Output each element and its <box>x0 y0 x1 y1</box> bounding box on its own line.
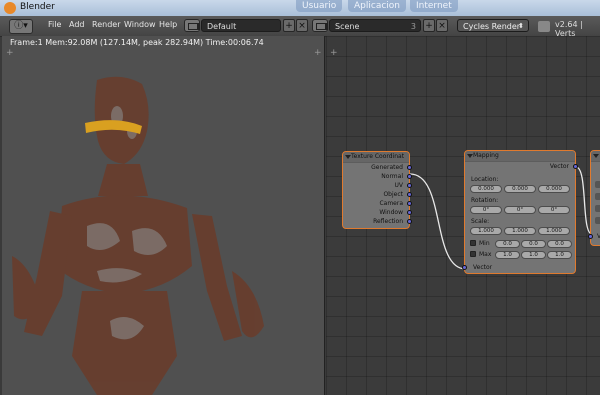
scale-z-field[interactable]: 1.000 <box>538 227 570 235</box>
socket-reflection[interactable] <box>407 219 412 224</box>
info-header: ⓘ▾ File Add Render Window Help Default +… <box>0 16 600 38</box>
location-z-field[interactable]: 0.000 <box>538 185 570 193</box>
menu-render[interactable]: Render <box>92 20 120 29</box>
output-reflection: Reflection <box>373 218 403 225</box>
node-button[interactable] <box>595 193 600 200</box>
scale-label: Scale: <box>471 218 490 225</box>
rotation-y-field[interactable]: 0° <box>504 206 536 214</box>
node-header[interactable]: Texture Coordinat <box>343 152 409 163</box>
screen-layout-icon[interactable] <box>184 19 200 32</box>
add-screen-button[interactable]: + <box>283 19 295 32</box>
mapping-node[interactable]: Mapping Vector Location: 0.000 0.000 0.0… <box>462 150 578 274</box>
node-button[interactable] <box>595 205 600 212</box>
location-label: Location: <box>471 176 499 183</box>
render-engine-dropdown[interactable]: Cycles Render ⬍ <box>457 19 529 32</box>
texture-coordinate-node[interactable]: Texture Coordinat Generated Normal UV Ob… <box>342 151 412 229</box>
menu-add[interactable]: Add <box>69 20 85 29</box>
max-x-field[interactable]: 1.0 <box>495 251 520 259</box>
location-y-field[interactable]: 0.000 <box>504 185 536 193</box>
rendered-figure-image <box>12 76 264 395</box>
chevron-down-icon: ⬍ <box>518 22 524 30</box>
output-uv: UV <box>394 182 404 189</box>
min-y-field[interactable]: 0.0 <box>521 240 546 248</box>
cycles-logo-icon <box>538 21 550 32</box>
scale-x-field[interactable]: 1.000 <box>470 227 502 235</box>
menu-file[interactable]: File <box>48 20 61 29</box>
scene-users-count: 3 <box>410 22 416 31</box>
scene-icon[interactable] <box>312 19 328 32</box>
browser-tab-internet[interactable]: Internet <box>410 0 458 12</box>
editor-type-info-icon[interactable]: ⓘ▾ <box>9 19 33 34</box>
blender-logo-icon <box>4 2 16 14</box>
output-vector: Vector <box>549 163 569 170</box>
max-y-field[interactable]: 1.0 <box>521 251 546 259</box>
min-label: Min <box>479 240 490 247</box>
window-titlebar: Blender Usuario Aplicacion Internet <box>0 0 600 16</box>
scene-field[interactable]: Scene 3 <box>329 19 421 32</box>
output-camera: Camera <box>379 200 403 207</box>
area-split-corner-icon[interactable]: + <box>314 48 322 58</box>
max-z-field[interactable]: 1.0 <box>547 251 572 259</box>
rotation-z-field[interactable]: 0° <box>538 206 570 214</box>
link-normal-to-vector <box>409 173 467 270</box>
scene-name: Scene <box>335 22 360 31</box>
scale-y-field[interactable]: 1.000 <box>504 227 536 235</box>
socket-object[interactable] <box>407 192 412 197</box>
location-x-field[interactable]: 0.000 <box>470 185 502 193</box>
node-button[interactable] <box>595 181 600 188</box>
area-split-corner-icon[interactable]: + <box>6 48 14 58</box>
render-viewport[interactable]: Frame:1 Mem:92.08M (127.14M, peak 282.94… <box>2 36 325 395</box>
input-vector-label: Vector <box>473 264 493 271</box>
socket-uv[interactable] <box>407 183 412 188</box>
max-label: Max <box>479 251 492 258</box>
socket-window[interactable] <box>407 210 412 215</box>
output-object: Object <box>383 191 403 198</box>
socket-vector-out[interactable] <box>573 164 578 169</box>
partial-node[interactable]: V <box>588 150 600 246</box>
node-button[interactable] <box>595 217 600 224</box>
browser-tab-usuario[interactable]: Usuario <box>296 0 343 12</box>
socket-normal[interactable] <box>407 174 412 179</box>
socket-vector-in[interactable] <box>462 265 467 270</box>
window-title: Blender <box>20 2 55 12</box>
delete-screen-button[interactable]: × <box>296 19 308 32</box>
render-info-text: Frame:1 Mem:92.08M (127.14M, peak 282.94… <box>10 38 264 47</box>
browser-tab-aplicacion[interactable]: Aplicacion <box>348 0 406 12</box>
min-x-field[interactable]: 0.0 <box>495 240 520 248</box>
rotation-label: Rotation: <box>471 197 499 204</box>
node-editor[interactable]: + Texture Coordinat Generated Normal UV … <box>326 36 600 395</box>
output-window: Window <box>379 209 403 216</box>
menu-help[interactable]: Help <box>159 20 177 29</box>
min-z-field[interactable]: 0.0 <box>547 240 572 248</box>
output-normal: Normal <box>381 173 403 180</box>
menu-window[interactable]: Window <box>124 20 156 29</box>
add-scene-button[interactable]: + <box>423 19 435 32</box>
delete-scene-button[interactable]: × <box>436 19 448 32</box>
rotation-x-field[interactable]: 0° <box>470 206 502 214</box>
min-checkbox[interactable] <box>470 240 476 246</box>
socket-camera[interactable] <box>407 201 412 206</box>
output-generated: Generated <box>371 164 403 171</box>
socket-vector-in[interactable] <box>588 234 593 239</box>
node-header[interactable] <box>591 151 600 162</box>
socket-generated[interactable] <box>407 165 412 170</box>
max-checkbox[interactable] <box>470 251 476 257</box>
node-header[interactable]: Mapping <box>465 151 575 162</box>
render-engine-value: Cycles Render <box>463 22 521 31</box>
screen-layout-field[interactable]: Default <box>201 19 281 32</box>
